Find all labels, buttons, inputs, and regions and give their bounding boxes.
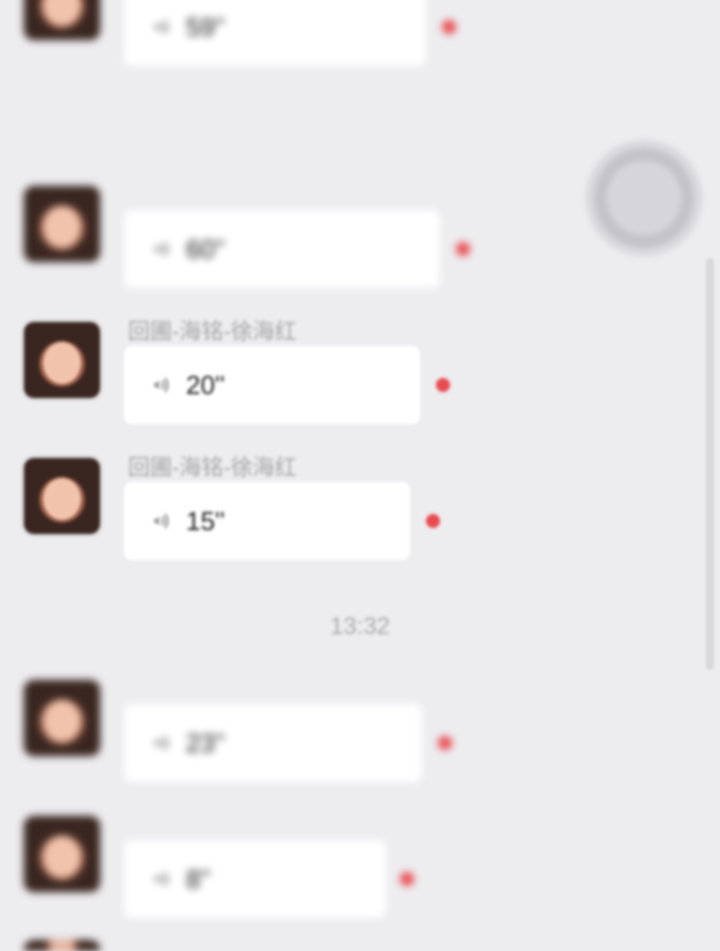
sender-name: 回圃-海铭-徐海红 (128, 319, 297, 344)
voice-duration: 59'' (186, 11, 225, 42)
scrollbar[interactable] (706, 258, 714, 670)
unread-dot-icon (426, 514, 440, 528)
voice-bubble[interactable]: 8'' (124, 840, 386, 918)
avatar[interactable] (24, 940, 100, 951)
unread-dot-icon (436, 378, 450, 392)
avatar[interactable] (24, 680, 100, 756)
voice-bubble[interactable]: 23'' (124, 704, 422, 782)
speaker-wave-icon (148, 12, 178, 42)
avatar[interactable] (24, 186, 100, 262)
timestamp: 13:32 (329, 613, 391, 640)
voice-duration: 8'' (186, 863, 211, 894)
unread-dot-icon (438, 736, 452, 750)
voice-duration: 15'' (186, 505, 225, 536)
avatar[interactable] (24, 458, 100, 534)
voice-bubble[interactable]: 15'' (124, 482, 410, 560)
speaker-wave-icon (148, 370, 178, 400)
unread-dot-icon (442, 20, 456, 34)
avatar[interactable] (24, 0, 100, 40)
sender-name: 回圃-海铭-徐海红 (128, 455, 297, 480)
voice-duration: 60'' (186, 233, 225, 264)
avatar[interactable] (24, 322, 100, 398)
floating-action-button[interactable] (586, 140, 702, 256)
voice-bubble[interactable]: 20'' (124, 346, 420, 424)
speaker-wave-icon (148, 728, 178, 758)
unread-dot-icon (400, 872, 414, 886)
voice-duration: 20'' (186, 369, 225, 400)
voice-duration: 23'' (186, 727, 225, 758)
avatar[interactable] (24, 816, 100, 892)
speaker-wave-icon (148, 506, 178, 536)
chat-message-list[interactable]: 59'' 60'' 回圃-海铭-徐海红 20'' 回圃-海铭-徐海红 15'' … (0, 0, 720, 951)
voice-bubble[interactable]: 60'' (124, 210, 440, 288)
unread-dot-icon (456, 242, 470, 256)
speaker-wave-icon (148, 864, 178, 894)
speaker-wave-icon (148, 234, 178, 264)
voice-bubble[interactable]: 59'' (124, 0, 426, 66)
